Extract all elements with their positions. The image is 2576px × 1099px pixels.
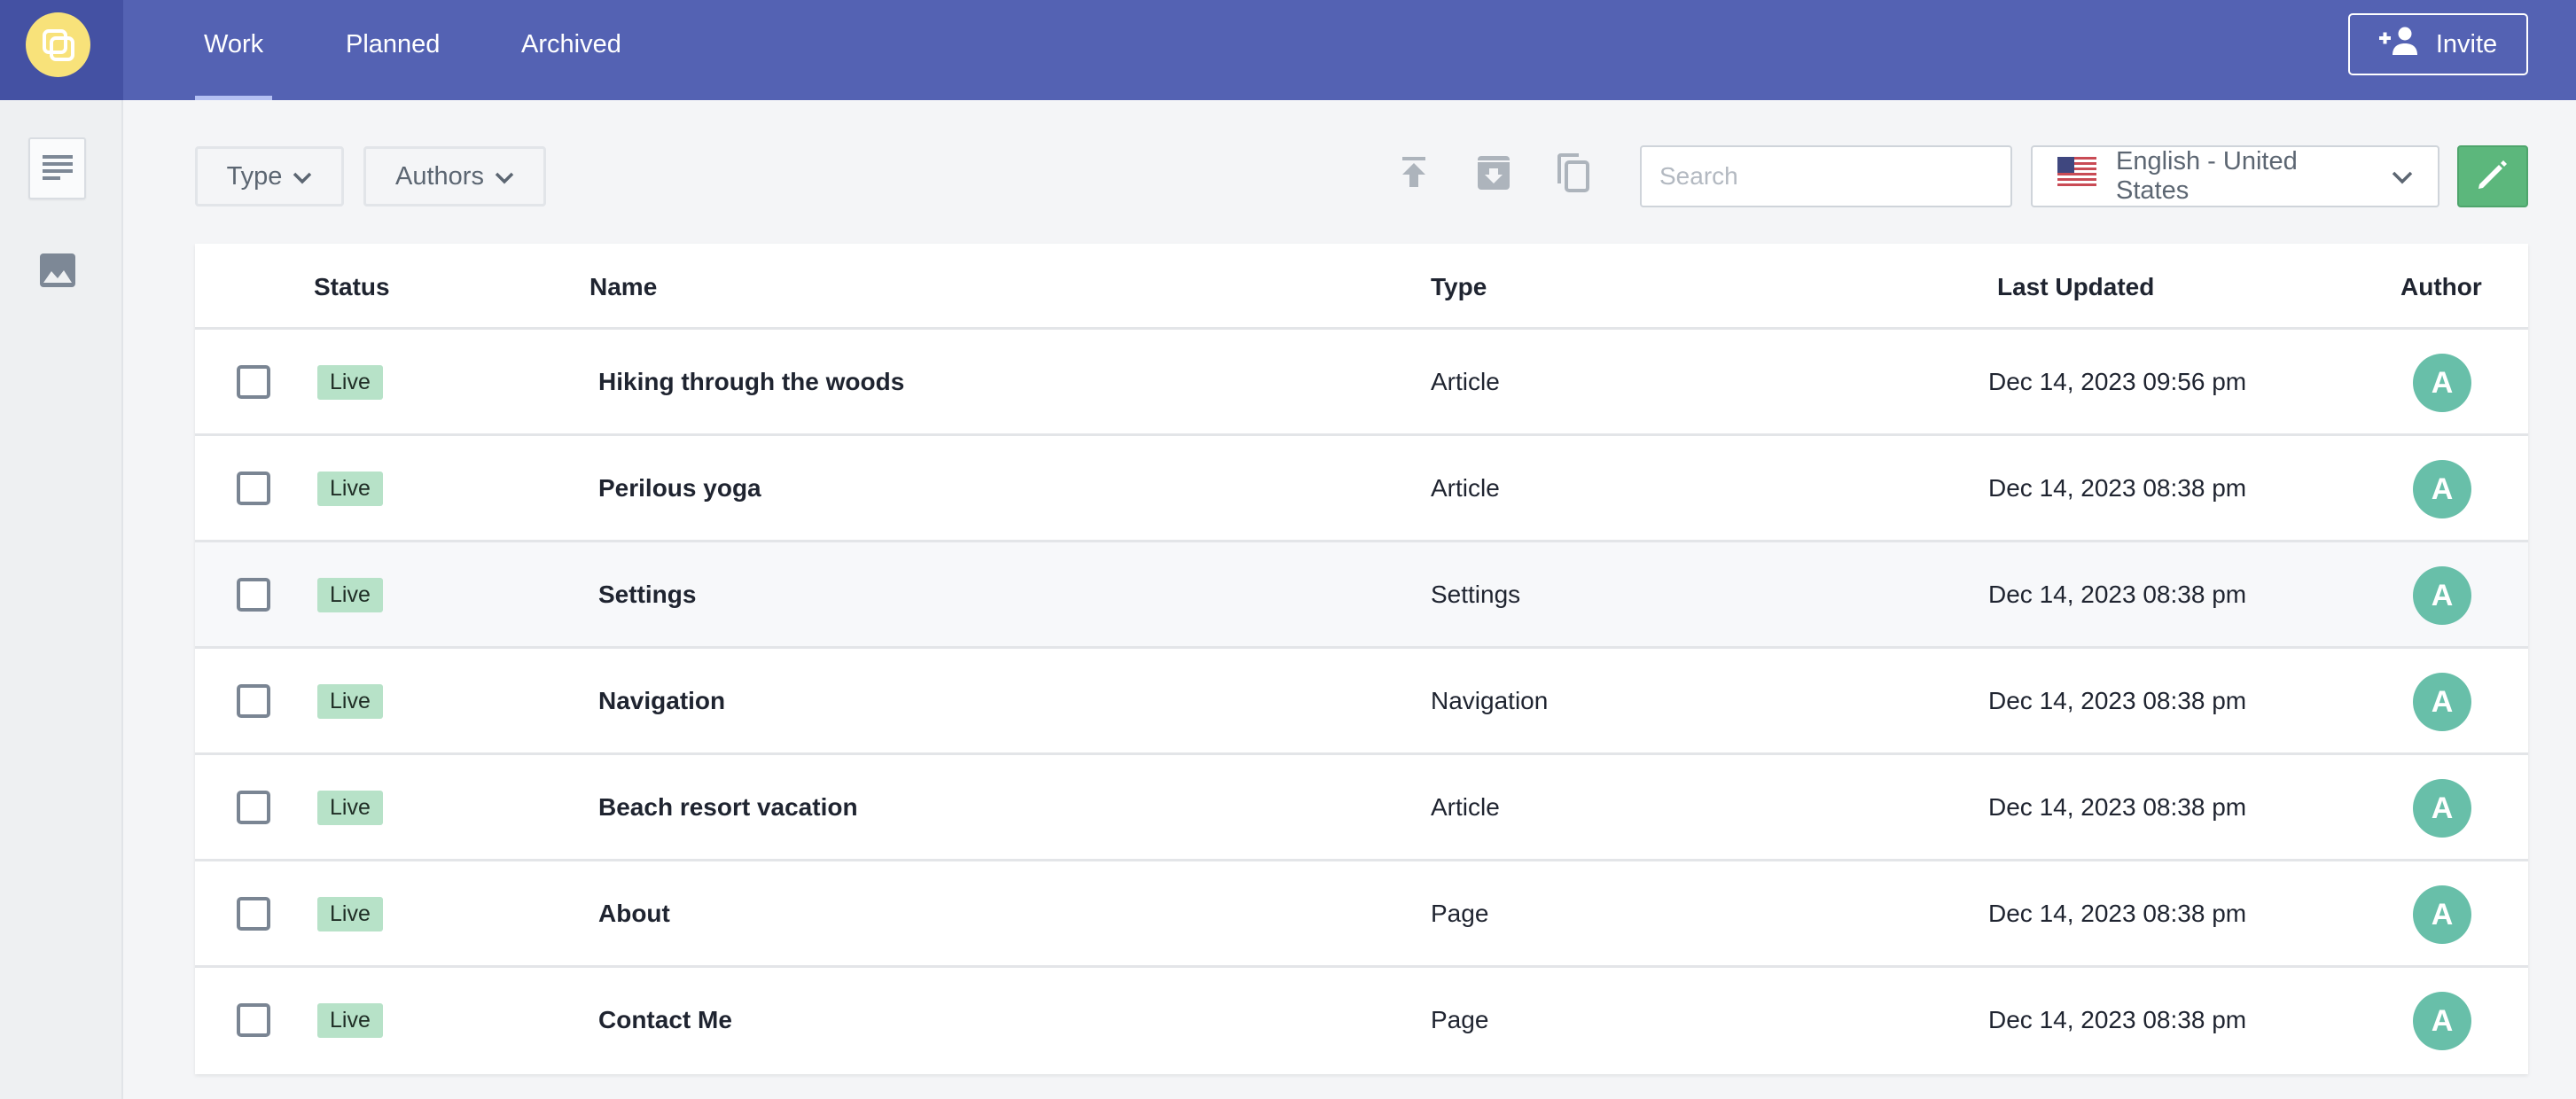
status-badge: Live [317,578,383,612]
publish-button[interactable] [1392,152,1436,197]
row-type: Article [1431,474,1500,502]
row-checkbox[interactable] [237,897,270,931]
edit-button[interactable] [2457,145,2528,207]
sidebar [0,100,123,1099]
table-row[interactable]: Live Beach resort vacation Article Dec 1… [195,755,2528,861]
chevron-down-icon [293,162,312,191]
sidebar-item-media[interactable] [28,241,86,303]
row-type: Settings [1431,581,1521,608]
author-avatar[interactable]: A [2413,779,2471,838]
column-header-last-updated[interactable]: Last Updated [1997,244,2154,330]
row-checkbox[interactable] [237,365,270,399]
author-avatar[interactable]: A [2413,460,2471,518]
app-logo-icon[interactable] [26,12,90,77]
table-row[interactable]: Live About Page Dec 14, 2023 08:38 pm A [195,861,2528,968]
status-badge: Live [317,365,383,400]
language-label: English - United States [2116,147,2298,205]
type-filter-dropdown[interactable]: Type [195,146,344,207]
row-name[interactable]: Perilous yoga [598,436,761,540]
author-avatar[interactable]: A [2413,354,2471,412]
author-avatar[interactable]: A [2413,673,2471,731]
author-avatar[interactable]: A [2413,885,2471,944]
invite-label: Invite [2435,29,2498,58]
image-icon [39,253,75,292]
row-checkbox[interactable] [237,684,270,718]
document-icon [42,153,73,184]
tab-label: Planned [346,30,441,58]
pencil-icon [2476,158,2510,196]
row-last-updated: Dec 14, 2023 08:38 pm [1988,581,2247,608]
chevron-down-icon [495,162,514,191]
invite-button[interactable]: Invite [2348,13,2528,75]
status-badge: Live [317,791,383,825]
row-type: Page [1431,900,1489,927]
table-row[interactable]: Live Perilous yoga Article Dec 14, 2023 … [195,436,2528,542]
table-row[interactable]: Live Hiking through the woods Article De… [195,330,2528,436]
row-type: Navigation [1431,687,1549,714]
archive-button[interactable] [1471,152,1516,197]
column-header-name[interactable]: Name [589,244,657,330]
column-header-status[interactable]: Status [314,244,390,330]
active-tab-indicator [195,96,273,100]
person-add-icon [2378,27,2420,62]
table-header: Status Name Type Last Updated Author [195,244,2528,330]
sidebar-item-documents[interactable] [28,137,86,199]
status-badge: Live [317,684,383,719]
row-last-updated: Dec 14, 2023 08:38 pm [1988,1006,2247,1033]
row-last-updated: Dec 14, 2023 09:56 pm [1988,368,2247,395]
row-last-updated: Dec 14, 2023 08:38 pm [1988,900,2247,927]
tab-work[interactable]: Work [195,0,273,100]
status-badge: Live [317,1003,383,1038]
tab-label: Archived [521,30,621,58]
row-checkbox[interactable] [237,791,270,824]
language-select[interactable]: English - United States [2031,145,2439,207]
column-header-type[interactable]: Type [1431,244,1487,330]
column-header-author[interactable]: Author [2400,244,2482,330]
row-type: Page [1431,1006,1489,1033]
row-type: Article [1431,793,1500,821]
row-checkbox[interactable] [237,472,270,505]
row-last-updated: Dec 14, 2023 08:38 pm [1988,474,2247,502]
row-name[interactable]: About [598,861,670,965]
tab-label: Work [204,30,264,58]
publish-icon [1401,156,1427,193]
table-row[interactable]: Live Contact Me Page Dec 14, 2023 08:38 … [195,968,2528,1074]
author-avatar[interactable]: A [2413,566,2471,625]
table-row[interactable]: Live Settings Settings Dec 14, 2023 08:3… [195,542,2528,649]
row-last-updated: Dec 14, 2023 08:38 pm [1988,687,2247,714]
row-name[interactable]: Settings [598,542,696,646]
tab-archived[interactable]: Archived [521,0,621,100]
row-last-updated: Dec 14, 2023 08:38 pm [1988,793,2247,821]
status-badge: Live [317,472,383,506]
row-type: Article [1431,368,1500,395]
type-filter-label: Type [226,161,283,191]
content-table: Status Name Type Last Updated Author Liv… [195,244,2528,1074]
us-flag-icon [2057,157,2096,196]
archive-icon [1478,155,1510,194]
row-name[interactable]: Contact Me [598,968,732,1072]
row-name[interactable]: Navigation [598,649,725,752]
top-navigation-bar: Work Planned Archived Invite [0,0,2576,100]
author-avatar[interactable]: A [2413,992,2471,1050]
authors-filter-label: Authors [395,161,484,191]
table-row[interactable]: Live Navigation Navigation Dec 14, 2023 … [195,649,2528,755]
duplicate-button[interactable] [1551,152,1596,197]
logo-cell [0,0,123,100]
chevron-down-icon [2392,162,2413,191]
tab-planned[interactable]: Planned [346,0,440,100]
authors-filter-dropdown[interactable]: Authors [363,146,546,207]
row-checkbox[interactable] [237,578,270,612]
row-name[interactable]: Hiking through the woods [598,330,904,433]
search-input[interactable] [1640,145,2012,207]
duplicate-icon [1557,152,1589,197]
status-badge: Live [317,897,383,931]
row-checkbox[interactable] [237,1003,270,1037]
row-name[interactable]: Beach resort vacation [598,755,858,859]
